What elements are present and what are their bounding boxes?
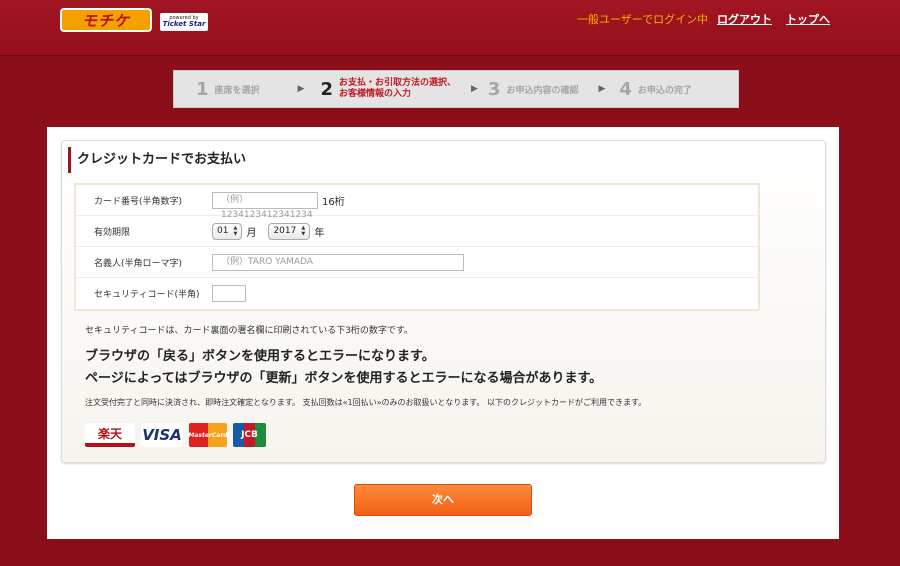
name-row: 名義人(半角ローマ字) （例）TARO YAMADA	[76, 247, 758, 278]
visa-logo: VISA	[141, 423, 183, 447]
step-4: 4 お申込の完了	[619, 79, 692, 100]
warning-refresh-button: ページによってはブラウザの「更新」ボタンを使用するとエラーになる場合があります。	[85, 371, 603, 386]
step-number: 4	[619, 78, 632, 100]
section-title: クレジットカードでお支払い	[68, 147, 246, 173]
step-label: お申込内容の確認	[506, 85, 579, 96]
month-value: 01	[217, 225, 229, 236]
powered-by-logo: powered by Ticket Star	[160, 13, 208, 31]
step-arrow-icon: ▶	[297, 84, 305, 94]
card-number-unit: 16桁	[322, 196, 345, 208]
logo-text: モチケ	[81, 11, 130, 30]
card-number-input[interactable]: （例）1234123412341234	[212, 191, 318, 220]
next-button[interactable]: 次へ	[354, 484, 532, 516]
progress-steps: 1 座席を選択 ▶ 2 お支払・お引取方法の選択、お客様情報の入力 ▶ 3 お申…	[173, 70, 739, 108]
name-label: 名義人(半角ローマ字)	[94, 258, 183, 269]
expiry-row: 有効期限 01 ▲▼ 月 2017 ▲▼ 年	[76, 216, 758, 247]
main-panel: クレジットカードでお支払い カード番号(半角数字) （例）12341234123…	[47, 127, 839, 539]
step-arrow-icon: ▶	[471, 84, 478, 94]
step-arrow-icon: ▶	[598, 84, 606, 94]
security-code-input[interactable]	[212, 285, 246, 302]
select-caret-icon: ▲▼	[232, 225, 239, 237]
jcb-logo: JCB	[233, 423, 266, 447]
login-status: 一般ユーザーでログイン中	[577, 13, 709, 26]
step-number: 2	[320, 78, 333, 100]
expiry-label: 有効期限	[94, 227, 131, 238]
step-label: 座席を選択	[214, 85, 260, 96]
logout-link[interactable]: ログアウト	[717, 11, 772, 27]
security-note: セキュリティコードは、カード裏面の署名欄に印刷されている下3桁の数字です。	[85, 326, 414, 336]
month-unit: 月	[246, 227, 257, 239]
rakuten-card-logo: 楽天	[85, 423, 135, 447]
step-label: お支払・お引取方法の選択、お客様情報の入力	[339, 78, 457, 99]
top-page-link[interactable]: トップへ	[786, 11, 830, 27]
card-number-label: カード番号(半角数字)	[94, 196, 183, 207]
expiry-year-select[interactable]: 2017 ▲▼	[268, 222, 311, 240]
warning-back-button: ブラウザの「戻る」ボタンを使用するとエラーになります。	[85, 349, 435, 364]
step-1: 1 座席を選択	[196, 79, 260, 100]
card-form: カード番号(半角数字) （例）1234123412341234 16桁 有効期限…	[74, 183, 760, 311]
mastercard-logo: MasterCard	[188, 423, 228, 447]
step-number: 3	[487, 78, 501, 100]
site-logo[interactable]: モチケ	[60, 8, 152, 32]
year-unit: 年	[314, 227, 325, 239]
security-label: セキュリティコード(半角)	[94, 290, 200, 300]
payment-note: 注文受付完了と同時に決済され、即時注文確定となります。 支払回数は«1回払い»の…	[85, 398, 647, 407]
security-row: セキュリティコード(半角)	[76, 278, 758, 309]
accepted-cards: 楽天 VISA MasterCard JCB	[85, 423, 266, 447]
ticket-star-brand: Ticket Star	[162, 20, 206, 28]
step-number: 1	[196, 78, 209, 100]
step-2-current: 2 お支払・お引取方法の選択、お客様情報の入力	[320, 78, 461, 100]
step-label: お申込の完了	[637, 85, 692, 96]
expiry-month-select[interactable]: 01 ▲▼	[212, 222, 243, 240]
cardholder-name-input[interactable]: （例）TARO YAMADA	[212, 253, 464, 271]
credit-card-section: クレジットカードでお支払い カード番号(半角数字) （例）12341234123…	[61, 140, 826, 463]
step-3: 3 お申込内容の確認	[488, 79, 579, 100]
site-header: モチケ powered by Ticket Star 一般ユーザーでログイン中 …	[0, 0, 900, 56]
year-value: 2017	[273, 225, 297, 236]
card-number-row: カード番号(半角数字) （例）1234123412341234 16桁	[76, 185, 758, 220]
select-caret-icon: ▲▼	[300, 225, 307, 237]
